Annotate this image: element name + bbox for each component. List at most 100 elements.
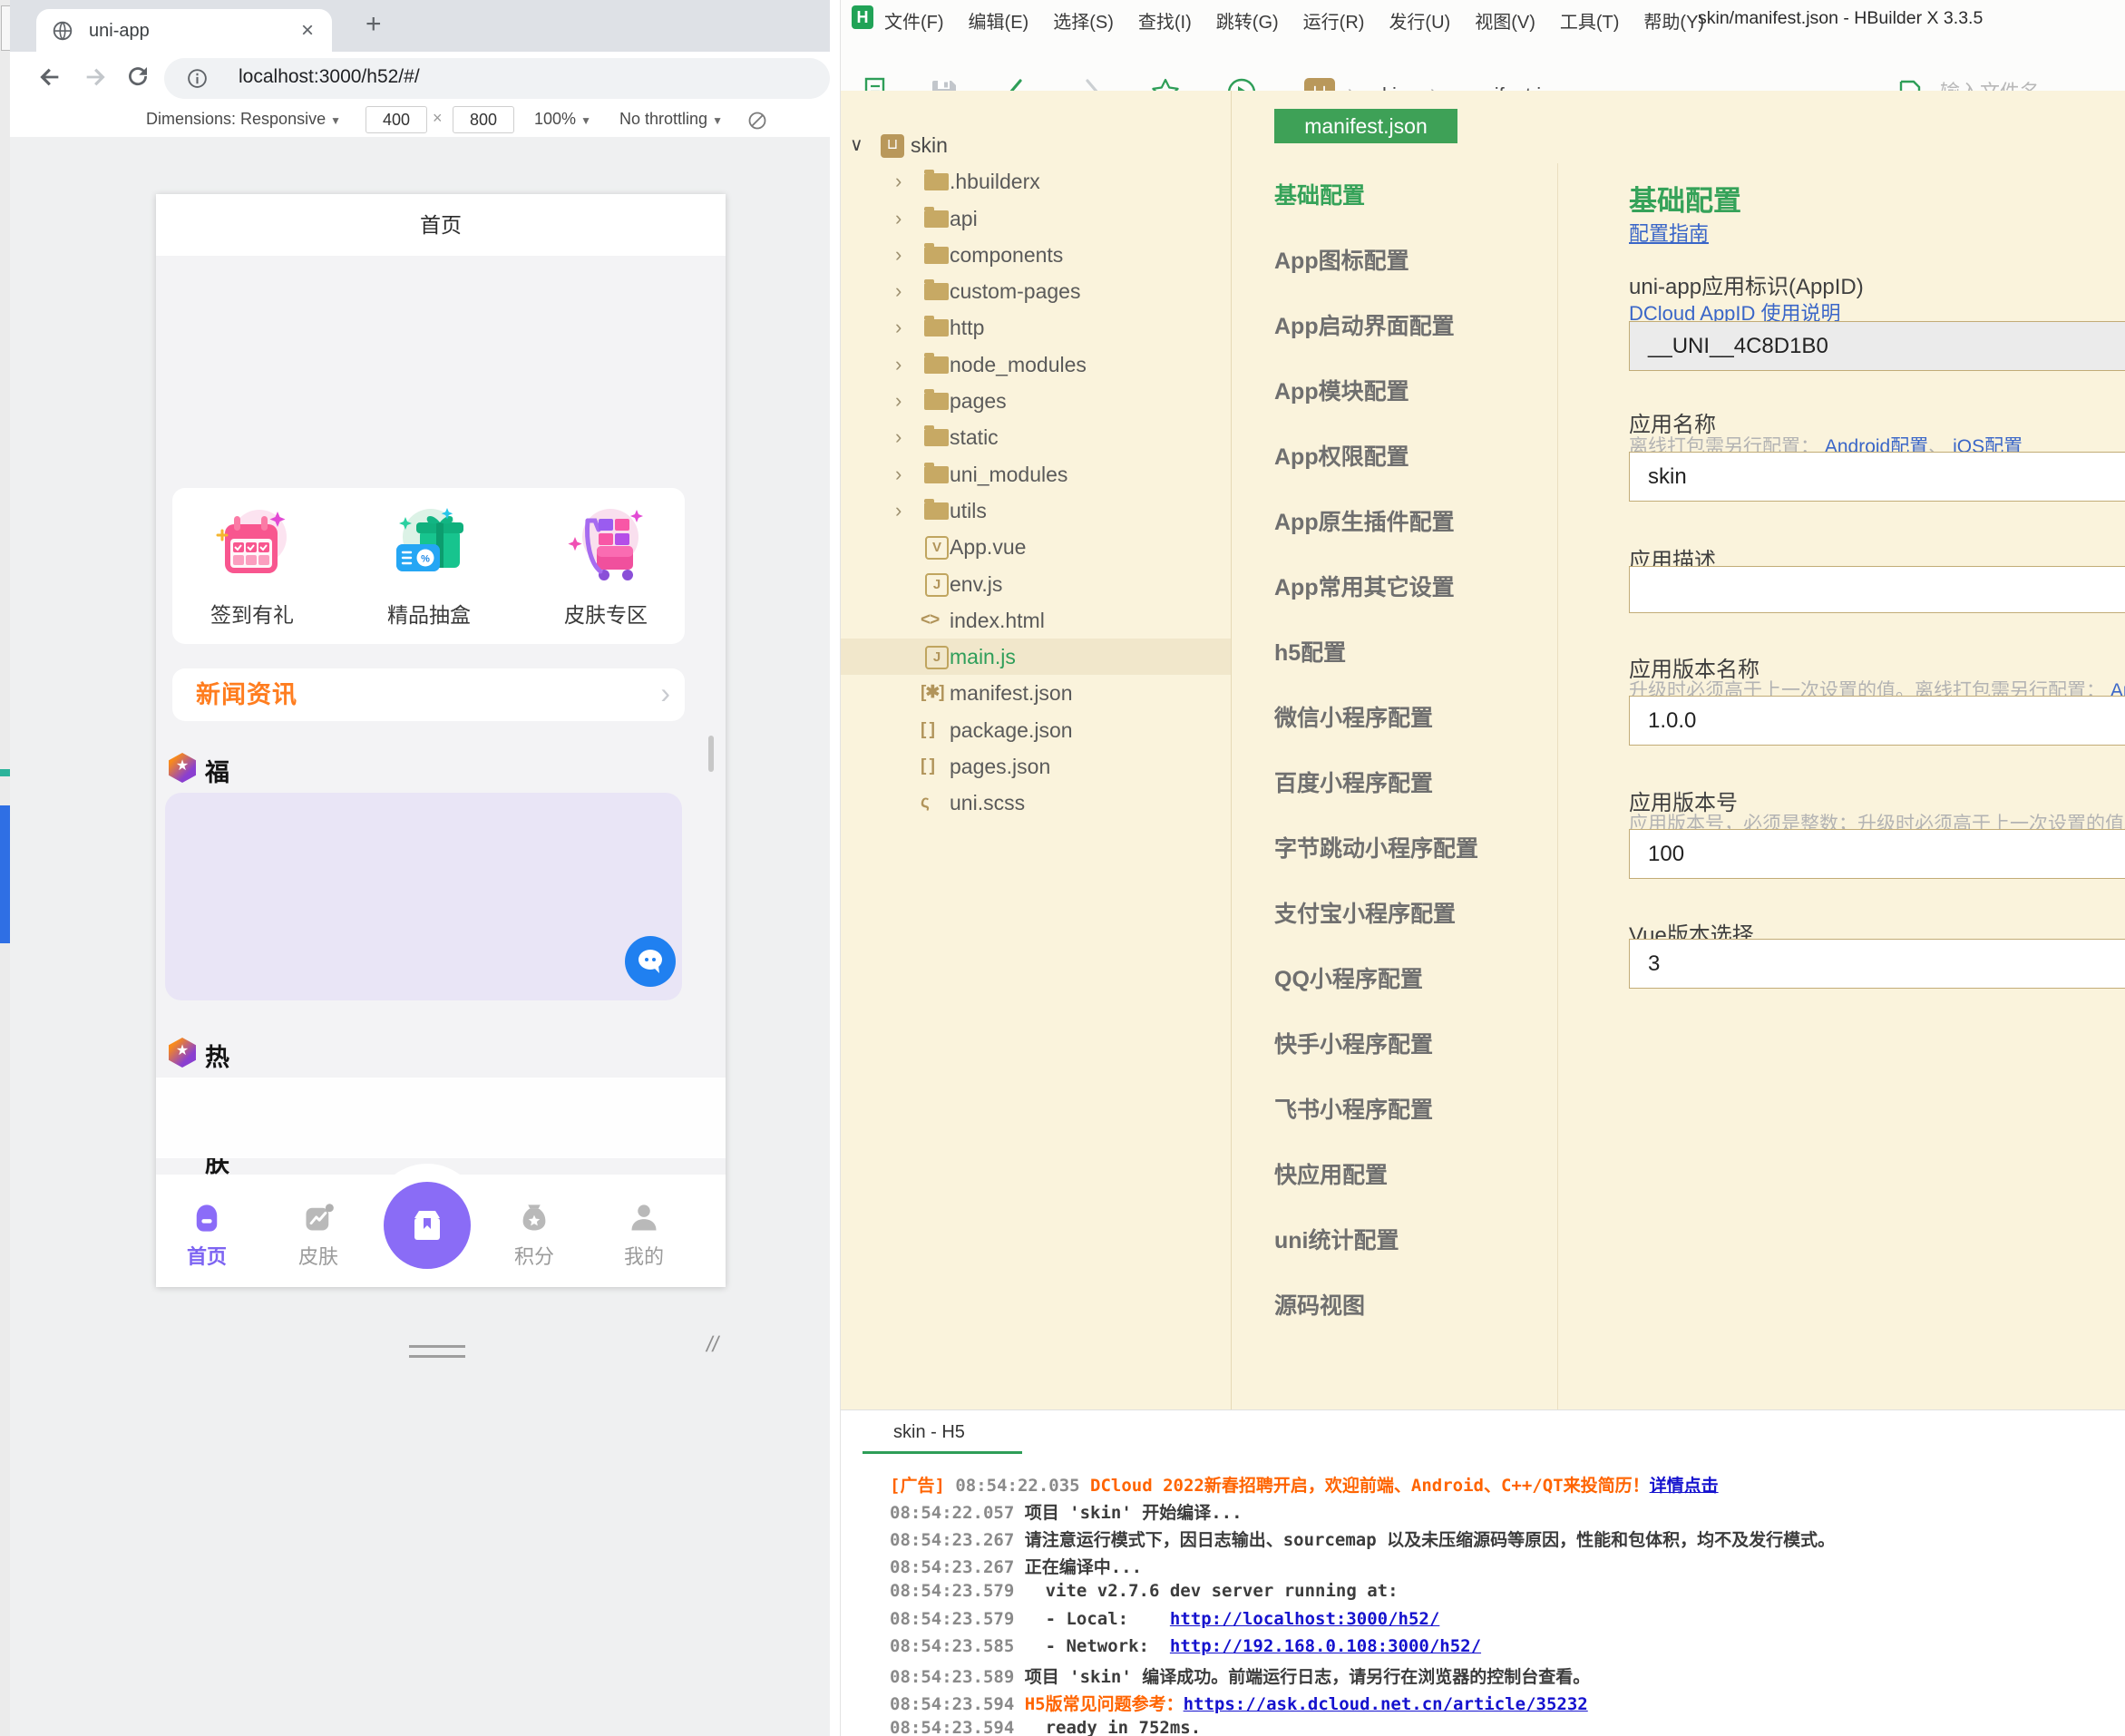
section-uni统计配置[interactable]: uni统计配置 (1274, 1223, 1399, 1253)
tree-folder-uni_modules[interactable]: › uni_modules (841, 456, 1231, 493)
zoom-select[interactable]: 100% ▼ (534, 110, 591, 129)
menu-item-帮助(Y)[interactable]: 帮助(Y) (1643, 7, 1704, 34)
section-快手小程序配置[interactable]: 快手小程序配置 (1274, 1027, 1433, 1058)
tree-root-skin[interactable]: ∨ ⊔ skin (841, 127, 1231, 163)
section-App原生插件配置[interactable]: App原生插件配置 (1274, 504, 1455, 535)
file-label: uni.scss (950, 791, 1026, 815)
section-快应用配置[interactable]: 快应用配置 (1274, 1157, 1388, 1188)
version-name-input[interactable]: 1.0.0 (1629, 696, 2125, 746)
tree-file-index.html[interactable]: <> index.html (841, 602, 1231, 639)
console-link[interactable]: http://192.168.0.108:3000/h52/ (1170, 1636, 1481, 1656)
console-link[interactable]: https://ask.dcloud.net.cn/article/35232 (1184, 1694, 1588, 1714)
tree-file-env.js[interactable]: Jenv.js (841, 566, 1231, 602)
welfare-panel[interactable] (165, 793, 682, 1000)
tabbar-center-fab[interactable] (384, 1182, 471, 1269)
dimensions-select[interactable]: Dimensions: Responsive ▼ (146, 110, 341, 129)
tree-file-pages.json[interactable]: [ ] pages.json (841, 748, 1231, 785)
console-line: 08:54:23.267 正在编译中... (890, 1554, 1142, 1578)
vue-version-select[interactable]: 3 (1629, 939, 2125, 989)
corner-resize-icon[interactable]: // (705, 1332, 721, 1358)
appid-input[interactable]: __UNI__4C8D1B0 (1629, 321, 2125, 371)
menu-item-查找(I)[interactable]: 查找(I) (1138, 7, 1192, 34)
tree-folder-.hbuilderx[interactable]: › .hbuilderx (841, 163, 1231, 200)
page-title: 首页 (420, 213, 462, 237)
tree-folder-http[interactable]: › http (841, 309, 1231, 346)
device-resize-handle[interactable] (409, 1345, 465, 1358)
tree-folder-custom-pages[interactable]: › custom-pages (841, 273, 1231, 309)
menu-item-文件(F)[interactable]: 文件(F) (884, 7, 944, 34)
edge-scrollbar-fragment[interactable] (0, 805, 10, 943)
quick-action-boxes[interactable]: % 精品抽盒 (366, 501, 492, 629)
menu-item-编辑(E)[interactable]: 编辑(E) (969, 7, 1029, 34)
menu-item-运行(R)[interactable]: 运行(R) (1303, 7, 1365, 34)
console-tab[interactable]: skin - H5 (893, 1422, 965, 1443)
folder-icon (924, 462, 949, 483)
tab-points[interactable]: 积分 (493, 1202, 575, 1270)
tree-folder-node_modules[interactable]: › node_modules (841, 346, 1231, 383)
tab-close-icon[interactable]: × (301, 18, 314, 44)
section-App常用其它设置[interactable]: App常用其它设置 (1274, 570, 1455, 600)
tree-file-uni.scss[interactable]: ς uni.scss (841, 785, 1231, 821)
tree-folder-utils[interactable]: › utils (841, 493, 1231, 529)
section-微信小程序配置[interactable]: 微信小程序配置 (1274, 700, 1433, 731)
url-bar[interactable]: localhost:3000/h52/#/ (164, 58, 830, 99)
tree-file-main.js[interactable]: Jmain.js (841, 639, 1231, 676)
menu-item-选择(S)[interactable]: 选择(S) (1053, 7, 1114, 34)
app-desc-textarea[interactable] (1629, 566, 2125, 613)
tree-file-manifest.json[interactable]: [✱] manifest.json (841, 675, 1231, 711)
site-info-icon[interactable] (186, 67, 209, 90)
console-text: - Network: (1024, 1635, 1170, 1656)
section-支付宝小程序配置[interactable]: 支付宝小程序配置 (1274, 896, 1456, 927)
section-App模块配置[interactable]: App模块配置 (1274, 374, 1409, 405)
quick-action-signin[interactable]: 签到有礼 (189, 501, 316, 629)
section-字节跳动小程序配置[interactable]: 字节跳动小程序配置 (1274, 831, 1478, 862)
back-icon[interactable] (35, 63, 64, 92)
reload-icon[interactable] (124, 63, 151, 90)
menu-item-视图(V)[interactable]: 视图(V) (1475, 7, 1535, 34)
version-code-input[interactable]: 100 (1629, 829, 2125, 879)
chat-fab-button[interactable] (625, 936, 676, 987)
app-name-input[interactable]: skin (1629, 452, 2125, 502)
chevron-right-icon: › (895, 316, 902, 339)
forward-icon[interactable] (81, 63, 110, 92)
section-App权限配置[interactable]: App权限配置 (1274, 439, 1409, 470)
menu-item-跳转(G)[interactable]: 跳转(G) (1216, 7, 1279, 34)
tree-folder-pages[interactable]: › pages (841, 383, 1231, 419)
tree-folder-components[interactable]: › components (841, 237, 1231, 273)
section-App启动界面配置[interactable]: App启动界面配置 (1274, 308, 1455, 339)
throttling-select[interactable]: No throttling ▼ (619, 110, 723, 129)
chat-bubble-icon (638, 950, 662, 973)
console-link[interactable]: 详情点击 (1650, 1476, 1719, 1496)
console-line: 08:54:23.594 H5版常见问题参考：https://ask.dclou… (890, 1691, 1588, 1715)
folder-icon (924, 242, 949, 264)
tab-home[interactable]: 首页 (166, 1202, 248, 1270)
tree-file-App.vue[interactable]: V App.vue (841, 529, 1231, 565)
news-banner[interactable]: 新闻资讯 › (172, 668, 685, 721)
section-基础配置[interactable]: 基础配置 (1274, 178, 1365, 209)
tab-skins[interactable]: 皮肤 (278, 1202, 359, 1270)
tree-folder-api[interactable]: › api (841, 200, 1231, 237)
config-guide-link[interactable]: 配置指南 (1629, 218, 1709, 247)
browser-tab[interactable]: uni-app × (36, 9, 332, 52)
section-百度小程序配置[interactable]: 百度小程序配置 (1274, 766, 1433, 796)
section-源码视图[interactable]: 源码视图 (1274, 1288, 1365, 1319)
quick-action-skin-zone[interactable]: 皮肤专区 (542, 501, 669, 629)
console-text: [广告] (890, 1476, 956, 1496)
console-text: - Local: (1024, 1608, 1170, 1629)
tab-profile[interactable]: 我的 (603, 1202, 685, 1270)
phone-scrollbar[interactable] (708, 736, 714, 772)
menu-item-发行(U)[interactable]: 发行(U) (1389, 7, 1450, 34)
section-App图标配置[interactable]: App图标配置 (1274, 243, 1409, 274)
section-h5配置[interactable]: h5配置 (1274, 635, 1346, 666)
menu-item-工具(T)[interactable]: 工具(T) (1560, 7, 1620, 34)
console-link[interactable]: http://localhost:3000/h52/ (1170, 1609, 1439, 1629)
editor-file-tab[interactable]: manifest.json (1274, 109, 1457, 143)
new-tab-icon[interactable]: + (366, 9, 382, 40)
section-QQ小程序配置[interactable]: QQ小程序配置 (1274, 961, 1423, 992)
device-width-input[interactable]: 400 (366, 106, 427, 133)
tree-file-package.json[interactable]: [ ] package.json (841, 712, 1231, 748)
device-height-input[interactable]: 800 (453, 106, 514, 133)
tree-folder-static[interactable]: › static (841, 419, 1231, 455)
section-飞书小程序配置[interactable]: 飞书小程序配置 (1274, 1092, 1433, 1123)
no-throttle-icon[interactable] (746, 110, 768, 132)
